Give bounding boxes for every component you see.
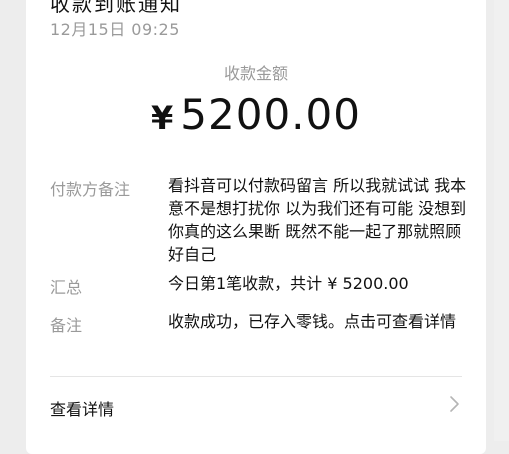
amount-label: 收款金额: [223, 64, 288, 83]
divider: [50, 376, 462, 377]
payer-note-value: 看抖音可以付款码留言 所以我就试试 我本意不是想打扰你 以为我们还有可能 没想到…: [168, 176, 467, 264]
remark-value[interactable]: 收款成功，已存入零钱。点击可查看详情: [168, 310, 468, 333]
payer-note-label: 付款方备注: [50, 180, 131, 199]
amount-number: 5200.00: [180, 90, 361, 139]
summary-value: 今日第1笔收款，共计 ¥ 5200.00: [168, 274, 409, 293]
remark-label: 备注: [50, 316, 83, 335]
view-details-label[interactable]: 查看详情: [50, 396, 114, 420]
amount-value: ¥5200.00: [26, 90, 486, 139]
summary-label: 汇总: [50, 278, 83, 297]
notice-time: 12月15日 09:25: [50, 20, 180, 39]
chevron-right-icon[interactable]: [446, 394, 462, 414]
scrollbar[interactable]: [494, 0, 509, 441]
currency-symbol: ¥: [151, 99, 175, 137]
payment-notice-card: 收款到账通知 12月15日 09:25 收款金额 ¥5200.00 付款方备注 …: [26, 0, 486, 454]
notice-title: 收款到账通知: [50, 0, 182, 16]
